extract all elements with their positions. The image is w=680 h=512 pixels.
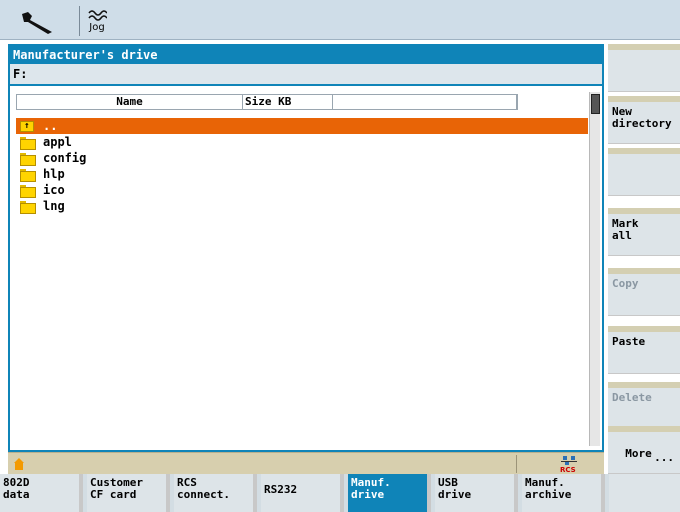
list-item-parent[interactable]: ↑ .. (16, 118, 588, 134)
top-toolbar: Jog (0, 0, 680, 40)
list-item[interactable]: config (16, 150, 588, 166)
home-icon (14, 458, 24, 470)
softkey-label: Manuf. archive (525, 476, 572, 501)
folder-icon (20, 184, 36, 198)
list-item-label: hlp (43, 167, 65, 181)
jog-mode-indicator: Jog (82, 5, 112, 37)
folder-up-icon: ↑ (20, 120, 34, 132)
status-divider (516, 455, 517, 473)
list-item-label: config (43, 151, 87, 165)
column-extra (333, 95, 517, 109)
softkey-label: RCS connect. (177, 476, 230, 501)
softkey-more[interactable]: More ... (608, 426, 680, 474)
status-bar: RCS (8, 452, 604, 474)
softkey-manuf-archive[interactable]: Manuf. archive (522, 474, 605, 512)
softkey-right-1[interactable] (608, 44, 680, 92)
scrollbar-thumb[interactable] (591, 94, 600, 114)
softkey-label: USB drive (438, 476, 472, 501)
list-item-label: ico (43, 183, 65, 197)
more-indicator: ... (654, 451, 674, 464)
softkey-manuf-drive[interactable]: Manuf. drive (348, 474, 431, 512)
softkey-label: 802D data (3, 476, 30, 501)
current-path: F: (10, 64, 602, 86)
list-item[interactable]: hlp (16, 166, 588, 182)
softkey-label: New directory (612, 105, 672, 130)
column-size[interactable]: Size KB (243, 95, 333, 109)
softkey-802d-data[interactable]: 802D data (0, 474, 83, 512)
folder-icon (20, 168, 36, 182)
softkey-label: Customer CF card (90, 476, 143, 501)
list-item-label: appl (43, 135, 72, 149)
column-header: Name Size KB (16, 94, 518, 110)
softkey-label: Delete (612, 391, 652, 404)
softkey-label: More (625, 447, 652, 460)
file-list[interactable]: Name Size KB ↑ .. appl config hlp ico ln… (10, 88, 602, 450)
softkey-label: Copy (612, 277, 639, 290)
softkey-copy[interactable]: Copy (608, 268, 680, 316)
list-item-label: lng (43, 199, 65, 213)
softkey-label: Paste (612, 335, 646, 348)
softkey-label: Manuf. drive (351, 476, 391, 501)
file-browser-window: Manufacturer's drive F: Name Size KB ↑ .… (8, 44, 604, 452)
jog-label: Jog (89, 22, 105, 33)
vertical-scrollbar[interactable] (589, 92, 600, 446)
softkey-right-3[interactable] (608, 148, 680, 196)
folder-icon (20, 136, 36, 150)
folder-icon (20, 200, 36, 214)
softkey-rs232[interactable]: RS232 (261, 474, 344, 512)
wrench-icon[interactable] (12, 5, 64, 37)
window-title: Manufacturer's drive (10, 46, 602, 64)
folder-icon (20, 152, 36, 166)
softkey-label: Mark all (612, 217, 639, 242)
softkey-mark-all[interactable]: Mark all (608, 208, 680, 256)
softkey-new-directory[interactable]: New directory (608, 96, 680, 144)
list-item[interactable]: ico (16, 182, 588, 198)
softkey-usb-drive[interactable]: USB drive (435, 474, 518, 512)
column-name[interactable]: Name (17, 95, 243, 109)
rcs-label: RCS (560, 466, 576, 474)
toolbar-divider (79, 6, 80, 36)
softkey-label: RS232 (264, 483, 298, 496)
softkey-bottom-8[interactable] (609, 474, 680, 512)
jog-wave-icon (88, 10, 107, 21)
list-item[interactable]: appl (16, 134, 588, 150)
list-item-label: .. (43, 119, 58, 133)
softkey-delete[interactable]: Delete (608, 382, 680, 430)
softkey-rcs-connect[interactable]: RCS connect. (174, 474, 257, 512)
list-item[interactable]: lng (16, 198, 588, 214)
softkey-customer-cf-card[interactable]: Customer CF card (87, 474, 170, 512)
rcs-network-icon: RCS (560, 456, 580, 474)
softkey-paste[interactable]: Paste (608, 326, 680, 374)
